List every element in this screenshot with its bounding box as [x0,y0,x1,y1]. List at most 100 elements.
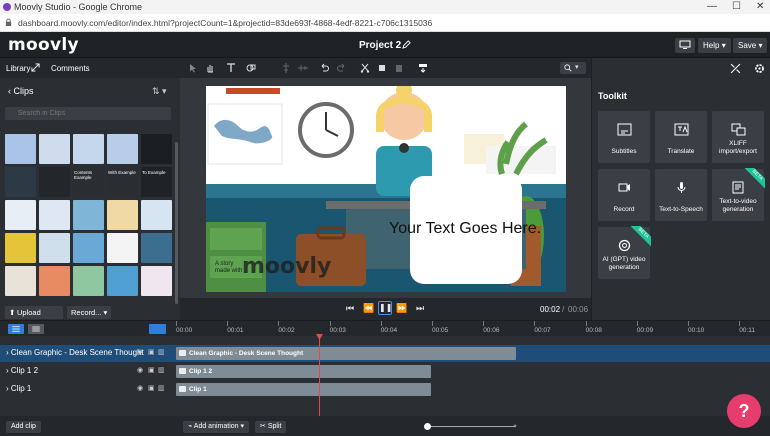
settings-gear-icon[interactable] [754,63,765,74]
toolkit-xliff-button[interactable]: XLIFF import/export [712,111,764,163]
redo-icon[interactable] [337,63,347,73]
clips-search-input[interactable] [5,107,171,120]
cut-icon[interactable] [360,63,370,73]
timeline-row-label[interactable]: › Clip 1 [6,384,31,393]
delete-icon[interactable] [394,63,404,73]
clip-thumbnail[interactable] [39,134,70,164]
timeline-track-clip[interactable]: Clip 1 [176,383,431,396]
add-clip-button[interactable]: Add clip [6,421,41,433]
clip-thumbnail[interactable] [141,233,172,263]
pause-button[interactable]: ❚❚ [378,301,392,315]
undo-icon[interactable] [319,63,329,73]
clips-header[interactable]: ‹ Clips [8,86,34,96]
clip-thumbnail[interactable] [5,233,36,263]
tab-comments[interactable]: Comments [51,64,90,73]
clip-thumbnail[interactable] [107,233,138,263]
sort-icon[interactable]: ⇅ ▾ [152,86,167,97]
clip-thumbnail[interactable] [39,266,70,296]
align-icon[interactable] [281,63,291,73]
skip-end-icon[interactable]: ⏭ [416,303,424,314]
record-dropdown-button[interactable]: Record... ▾ [67,306,111,319]
clip-thumbnail[interactable] [39,233,70,263]
visibility-eye-icon[interactable]: ◉ [137,348,143,356]
clip-thumbnail[interactable] [73,200,104,230]
time-ruler[interactable]: 00:00 00:01 00:02 00:03 00:04 00:05 00:06 00:07… [176,321,770,337]
tools-icon[interactable] [730,63,741,74]
project-title[interactable]: Project 2 [359,40,401,51]
clip-thumbnail[interactable] [141,200,172,230]
clip-thumbnail[interactable] [73,233,104,263]
tab-library[interactable]: Library [6,64,30,73]
toolkit-ai-video-button[interactable]: AI (GPT) video generation BETA [598,226,651,279]
zoom-slider-track[interactable] [428,426,516,427]
toolkit-text-to-video-button[interactable]: Text-to-video generation BETA [712,168,765,221]
preview-screen-button[interactable] [675,38,695,53]
close-icon[interactable]: ✕ [756,1,764,12]
pointer-icon[interactable] [188,63,198,73]
distribute-icon[interactable] [298,63,308,73]
grid-view-toggle[interactable] [28,324,44,334]
library-scrollbar[interactable] [175,142,178,304]
help-button[interactable]: Help ▾ [698,38,731,53]
clip-thumbnail[interactable]: To Example [141,167,172,197]
playhead[interactable] [319,337,320,416]
expand-icon[interactable] [31,63,40,72]
url-text[interactable]: dashboard.moovly.com/editor/index.html?p… [18,18,432,28]
address-bar[interactable]: dashboard.moovly.com/editor/index.html?p… [0,14,770,32]
clip-thumbnail[interactable] [107,200,138,230]
clip-thumbnail[interactable] [5,167,36,197]
zoom-slider-handle[interactable] [424,423,431,430]
trash-icon[interactable]: ▥ [158,384,165,392]
timeline-zoom-button[interactable] [149,324,166,334]
minimize-icon[interactable]: — [707,1,717,12]
lock-icon[interactable]: ▣ [148,348,155,356]
site-info-icon[interactable] [5,18,12,27]
text-tool-icon[interactable] [226,63,236,73]
forward-icon[interactable]: ⏩ [396,303,407,314]
clip-thumbnail[interactable] [141,266,172,296]
toolkit-subtitles-button[interactable]: Subtitles [598,111,650,163]
clip-thumbnail[interactable] [5,200,36,230]
edit-title-icon[interactable] [402,40,411,49]
save-button[interactable]: Save ▾ [733,38,768,53]
timeline-track-clip[interactable]: Clean Graphic - Desk Scene Thought [176,347,516,360]
clip-thumbnail[interactable] [107,134,138,164]
back-chevron-icon[interactable]: ‹ [8,86,11,96]
clip-thumbnail[interactable] [141,134,172,164]
upload-media-button[interactable]: ⬆Upload media [5,306,63,330]
skip-start-icon[interactable]: ⏮ [346,303,354,314]
lock-icon[interactable]: ▣ [148,366,155,374]
clip-thumbnail[interactable] [73,134,104,164]
copy-icon[interactable] [377,63,387,73]
clip-thumbnail[interactable]: Contents Example [73,167,104,197]
clip-thumbnail[interactable] [39,200,70,230]
scene-text[interactable]: Your Text Goes Here. [389,220,541,238]
visibility-eye-icon[interactable]: ◉ [137,384,143,392]
clip-thumbnail[interactable] [5,134,36,164]
timeline-row-label[interactable]: › Clean Graphic - Desk Scene Thought [6,348,144,357]
toolkit-tts-button[interactable]: Text-to-Speech [655,169,707,221]
clip-thumbnail[interactable] [39,167,70,197]
playhead-handle[interactable] [316,334,323,340]
toolkit-record-button[interactable]: Record [598,169,650,221]
hand-icon[interactable] [205,63,215,73]
shapes-icon[interactable] [246,63,256,73]
rewind-icon[interactable]: ⏪ [363,303,374,314]
trash-icon[interactable]: ▥ [158,348,165,356]
layer-order-icon[interactable] [418,63,428,73]
zoom-in-icon[interactable]: + [513,423,517,430]
moovly-logo[interactable]: moovly [8,35,79,55]
split-button[interactable]: ✂ Split [255,421,287,433]
timeline-row-label[interactable]: › Clip 1 2 [6,366,38,375]
clip-thumbnail[interactable] [73,266,104,296]
toolkit-translate-button[interactable]: Translate [655,111,707,163]
clip-thumbnail[interactable]: With Example [107,167,138,197]
zoom-dropdown[interactable]: ▾ [560,62,586,74]
clip-thumbnail[interactable] [5,266,36,296]
trash-icon[interactable]: ▥ [158,366,165,374]
maximize-icon[interactable]: ☐ [732,1,741,12]
lock-icon[interactable]: ▣ [148,384,155,392]
timeline-track-clip[interactable]: Clip 1 2 [176,365,431,378]
help-chat-button[interactable]: ? [727,394,761,428]
scene-canvas[interactable]: Your Text Goes Here. A story made with m… [206,86,566,292]
